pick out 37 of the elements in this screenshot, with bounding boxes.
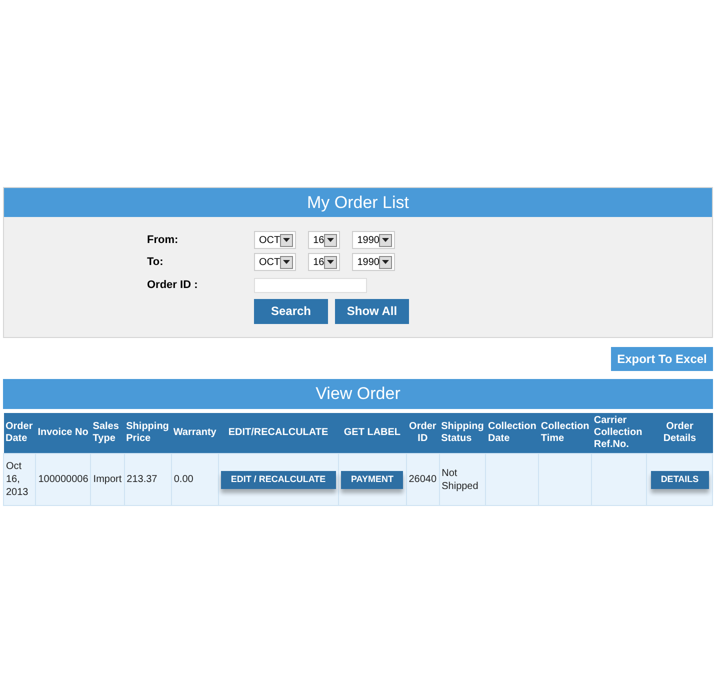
dropdown[interactable]: OCT [254,253,296,271]
table-cell: Oct 16, 2013 [4,454,36,506]
field-label: Order ID : [147,278,199,293]
order-id-field[interactable] [254,278,367,293]
form-button[interactable]: Search [254,298,328,324]
column-header: EDIT/RECALCULATE [218,412,338,454]
row-button[interactable]: PAYMENT [340,470,404,488]
dropdown[interactable]: 16 [308,231,340,249]
table-title: View Order [3,378,713,408]
row-button[interactable]: EDIT / RECALCULATE [220,470,336,488]
form-button[interactable]: Show All [335,298,409,324]
column-header: Shipping Status [439,412,486,454]
panel-title: My Order List [4,188,712,217]
column-header: GET LABEL [338,412,406,454]
dropdown[interactable]: 1990 [352,231,396,249]
column-header: Invoice No [36,412,91,454]
column-header: Sales Type [90,412,124,454]
table-cell: 213.37 [124,454,172,506]
row-button[interactable]: DETAILS [650,470,709,488]
column-header: Warranty [171,412,218,454]
table-cell: 100000006 [36,454,91,506]
column-header: Collection Time [538,412,592,454]
table-cell: 0.00 [171,454,218,506]
column-header: Shipping Price [124,412,172,454]
field-label: To: [147,254,164,270]
dropdown[interactable]: 1990 [352,253,396,271]
field-label: From: [147,232,180,248]
table-cell: Import [90,454,124,506]
column-header: Order Details [646,412,712,454]
table-cell: 26040 [406,454,440,506]
column-header: Collection Date [486,412,539,454]
column-header: Order ID [406,412,440,454]
dropdown[interactable]: OCT [254,231,296,249]
dropdown[interactable]: 16 [308,253,340,271]
table-cell: Not Shipped [439,454,486,506]
column-header: Order Date [4,412,36,454]
column-header: Carrier Collection Ref.No. [592,412,647,454]
